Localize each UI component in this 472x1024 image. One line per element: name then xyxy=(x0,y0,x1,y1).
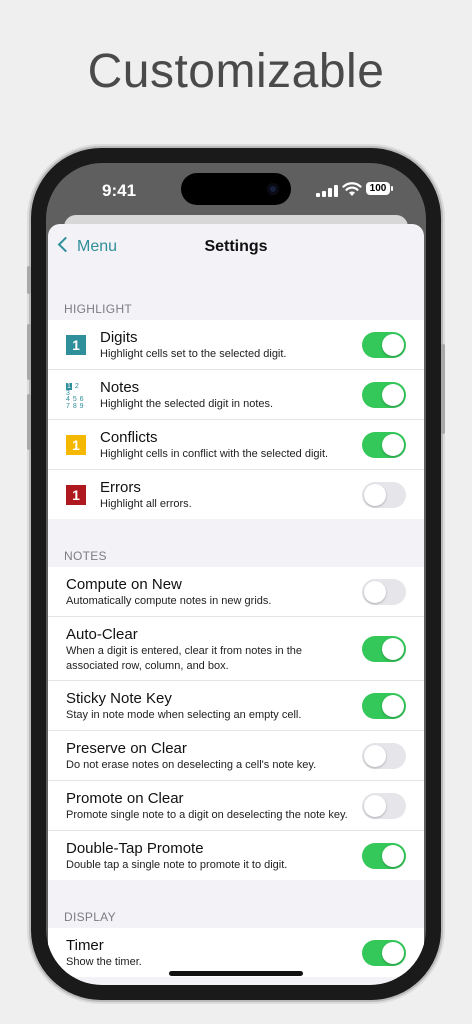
status-time: 9:41 xyxy=(102,181,137,200)
setting-row-timer[interactable]: Timer Show the timer. xyxy=(48,928,424,977)
screen: 9:41 100 Menu Settings HIGHLIGHT 1 Digit… xyxy=(46,163,426,985)
setting-row-errors[interactable]: 1 Errors Highlight all errors. xyxy=(48,470,424,519)
setting-subtitle: Highlight the selected digit in notes. xyxy=(100,398,274,410)
setting-row-notes[interactable]: 1 2 34 5 67 8 9 Notes Highlight the sele… xyxy=(48,370,424,420)
setting-subtitle: Highlight cells in conflict with the sel… xyxy=(100,448,329,460)
toggle-switch[interactable] xyxy=(362,793,406,819)
toggle-switch[interactable] xyxy=(362,579,406,605)
notes-group: Compute on New Automatically compute not… xyxy=(48,567,424,880)
toggle-switch[interactable] xyxy=(362,636,406,662)
navigation-bar: Menu Settings xyxy=(48,224,424,276)
setting-label: Conflicts xyxy=(100,429,158,446)
setting-label: Notes xyxy=(100,379,140,396)
setting-subtitle: Show the timer. xyxy=(66,956,142,968)
setting-subtitle: Stay in note mode when selecting an empt… xyxy=(66,709,302,721)
status-bar: 9:41 100 xyxy=(46,163,426,223)
setting-row-preserve-on-clear[interactable]: Preserve on Clear Do not erase notes on … xyxy=(48,731,424,781)
setting-row-digits[interactable]: 1 Digits Highlight cells set to the sele… xyxy=(48,320,424,370)
page-title: Settings xyxy=(204,238,268,255)
section-header-highlight: HIGHLIGHT xyxy=(64,302,133,316)
volume-down-button xyxy=(27,394,31,450)
conflict-cell-icon: 1 xyxy=(66,435,86,455)
toggle-switch[interactable] xyxy=(362,482,406,508)
setting-label: Double-Tap Promote xyxy=(66,840,204,857)
signal-icon xyxy=(316,185,338,197)
setting-label: Auto-Clear xyxy=(66,626,138,643)
wifi-icon xyxy=(342,182,362,196)
setting-label: Compute on New xyxy=(66,576,182,593)
setting-row-promote-on-clear[interactable]: Promote on Clear Promote single note to … xyxy=(48,781,424,831)
setting-label: Sticky Note Key xyxy=(66,690,172,707)
action-button xyxy=(27,266,31,294)
notes-grid-icon: 1 2 34 5 67 8 9 xyxy=(66,383,85,411)
setting-subtitle: Double tap a single note to promote it t… xyxy=(66,859,288,871)
setting-label: Promote on Clear xyxy=(66,790,184,807)
setting-label: Timer xyxy=(66,937,104,954)
digit-cell-icon: 1 xyxy=(66,335,86,355)
section-header-notes: NOTES xyxy=(64,549,107,563)
toggle-switch[interactable] xyxy=(362,332,406,358)
phone-frame: 9:41 100 Menu Settings HIGHLIGHT 1 Digit… xyxy=(27,148,445,1000)
setting-label: Preserve on Clear xyxy=(66,740,187,757)
toggle-switch[interactable] xyxy=(362,843,406,869)
setting-subtitle: Automatically compute notes in new grids… xyxy=(66,595,272,607)
toggle-switch[interactable] xyxy=(362,743,406,769)
setting-row-compute-on-new[interactable]: Compute on New Automatically compute not… xyxy=(48,567,424,617)
headline: Customizable xyxy=(87,45,385,98)
error-cell-icon: 1 xyxy=(66,485,86,505)
setting-subtitle: Highlight all errors. xyxy=(100,498,192,510)
setting-row-conflicts[interactable]: 1 Conflicts Highlight cells in conflict … xyxy=(48,420,424,470)
setting-subtitle: Highlight cells set to the selected digi… xyxy=(100,348,287,360)
dynamic-island xyxy=(181,173,291,205)
battery-icon: 100 xyxy=(366,182,393,195)
setting-subtitle: Promote single note to a digit on desele… xyxy=(66,809,348,821)
setting-label: Digits xyxy=(100,329,138,346)
toggle-switch[interactable] xyxy=(362,940,406,966)
volume-up-button xyxy=(27,324,31,380)
setting-row-double-tap-promote[interactable]: Double-Tap Promote Double tap a single n… xyxy=(48,831,424,880)
toggle-switch[interactable] xyxy=(362,693,406,719)
setting-row-sticky-note-key[interactable]: Sticky Note Key Stay in note mode when s… xyxy=(48,681,424,731)
setting-label: Errors xyxy=(100,479,141,496)
section-header-display: DISPLAY xyxy=(64,910,116,924)
setting-subtitle: Do not erase notes on deselecting a cell… xyxy=(66,759,317,771)
home-indicator[interactable] xyxy=(169,971,303,976)
power-button xyxy=(441,344,445,434)
setting-subtitle: When a digit is entered, clear it from n… xyxy=(66,645,303,672)
camera-icon xyxy=(267,183,279,195)
settings-sheet: Menu Settings HIGHLIGHT 1 Digits Highlig… xyxy=(48,224,424,985)
toggle-switch[interactable] xyxy=(362,432,406,458)
setting-row-auto-clear[interactable]: Auto-Clear When a digit is entered, clea… xyxy=(48,617,424,681)
display-group: Timer Show the timer. xyxy=(48,928,424,977)
toggle-switch[interactable] xyxy=(362,382,406,408)
highlight-group: 1 Digits Highlight cells set to the sele… xyxy=(48,320,424,519)
